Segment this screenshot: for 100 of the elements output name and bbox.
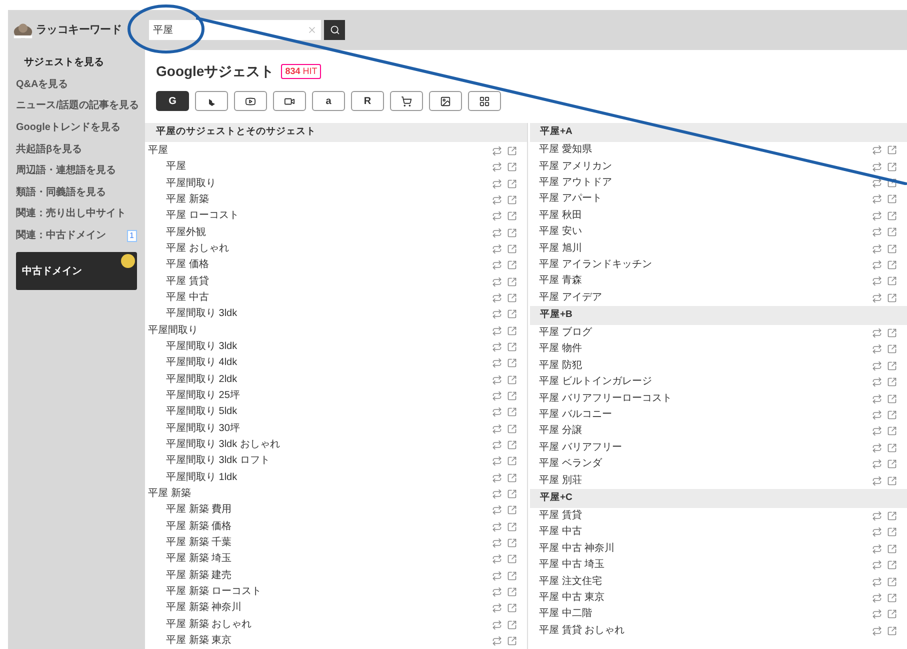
external-link-icon[interactable] — [507, 342, 517, 352]
external-link-icon[interactable] — [507, 162, 517, 172]
copy-icon[interactable] — [872, 145, 882, 156]
copy-icon[interactable] — [872, 442, 882, 453]
copy-icon[interactable] — [492, 162, 502, 172]
sidebar-item[interactable]: 関連：中古ドメイン — [8, 228, 106, 244]
external-link-icon[interactable] — [507, 326, 517, 336]
sidebar-item[interactable]: 類語・同義語を見る — [8, 184, 106, 200]
suggestion-link[interactable]: 平屋間取り 2ldk — [145, 374, 238, 385]
external-link-icon[interactable] — [507, 407, 517, 418]
copy-icon[interactable] — [872, 328, 882, 338]
external-link-icon[interactable] — [507, 178, 517, 189]
copy-icon[interactable] — [492, 358, 502, 368]
copy-icon[interactable] — [492, 620, 502, 630]
external-link-icon[interactable] — [887, 560, 897, 570]
copy-icon[interactable] — [492, 472, 502, 483]
copy-icon[interactable] — [872, 276, 882, 286]
external-link-icon[interactable] — [887, 145, 897, 156]
suggestion-link[interactable]: 平屋 秋田 — [536, 210, 582, 221]
source-tab[interactable]: a — [312, 91, 345, 111]
suggestion-link[interactable]: 平屋間取り 5ldk — [145, 407, 238, 418]
copy-icon[interactable] — [492, 326, 502, 336]
suggestion-link[interactable]: 平屋間取り 3ldk — [145, 309, 238, 320]
suggestion-link[interactable]: 平屋 新築 価格 — [145, 522, 232, 532]
suggestion-link[interactable]: 平屋 — [145, 146, 168, 156]
suggestion-link[interactable]: 平屋 アメリカン — [536, 162, 612, 172]
external-link-icon[interactable] — [887, 410, 897, 420]
external-link-icon[interactable] — [507, 358, 517, 368]
copy-icon[interactable] — [492, 554, 502, 564]
copy-icon[interactable] — [492, 211, 502, 222]
source-tab[interactable] — [429, 91, 462, 111]
copy-icon[interactable] — [492, 586, 502, 597]
copy-icon[interactable] — [872, 476, 882, 486]
logo-text[interactable]: ラッコキーワード — [36, 22, 122, 38]
external-link-icon[interactable] — [507, 244, 517, 254]
suggestion-link[interactable]: 平屋 ベランダ — [536, 459, 602, 470]
suggestion-link[interactable]: 平屋外観 — [145, 228, 206, 238]
suggestion-link[interactable]: 平屋 中古 — [145, 293, 209, 304]
source-tab[interactable] — [234, 91, 267, 111]
copy-icon[interactable] — [872, 244, 882, 254]
suggestion-link[interactable]: 平屋 新築 費用 — [145, 505, 232, 516]
external-link-icon[interactable] — [507, 228, 517, 238]
suggestion-link[interactable]: 平屋 賃貸 — [536, 511, 582, 521]
suggestion-link[interactable]: 平屋 ブログ — [536, 328, 592, 338]
sidebar-item[interactable]: サジェストを見る — [8, 55, 104, 70]
copy-icon[interactable] — [872, 162, 882, 172]
suggestion-link[interactable]: 平屋 ビルトインガレージ — [536, 377, 652, 388]
copy-icon[interactable] — [492, 505, 502, 516]
suggestion-link[interactable]: 平屋 賃貸 — [145, 276, 209, 287]
copy-icon[interactable] — [492, 228, 502, 238]
copy-icon[interactable] — [872, 178, 882, 188]
external-link-icon[interactable] — [887, 511, 897, 521]
copy-icon[interactable] — [492, 636, 502, 646]
sidebar-item[interactable]: 関連：売り出し中サイト — [8, 206, 126, 222]
copy-icon[interactable] — [492, 407, 502, 418]
suggestion-link[interactable]: 平屋間取り 3ldk — [145, 342, 238, 352]
suggestion-link[interactable]: 平屋 おしゃれ — [145, 244, 229, 254]
suggestion-link[interactable]: 平屋 注文住宅 — [536, 576, 602, 587]
suggestion-link[interactable]: 平屋間取り 1ldk — [145, 472, 238, 483]
external-link-icon[interactable] — [887, 442, 897, 453]
external-link-icon[interactable] — [887, 210, 897, 221]
suggestion-link[interactable]: 平屋間取り — [145, 326, 198, 336]
copy-icon[interactable] — [492, 293, 502, 304]
copy-icon[interactable] — [492, 309, 502, 320]
external-link-icon[interactable] — [507, 260, 517, 270]
external-link-icon[interactable] — [507, 146, 517, 156]
copy-icon[interactable] — [872, 560, 882, 570]
copy-icon[interactable] — [492, 195, 502, 206]
suggestion-link[interactable]: 平屋 分譲 — [536, 426, 582, 436]
external-link-icon[interactable] — [887, 592, 897, 603]
copy-icon[interactable] — [492, 391, 502, 401]
external-link-icon[interactable] — [887, 194, 897, 204]
suggestion-link[interactable]: 平屋 アウトドア — [536, 178, 612, 188]
suggestion-link[interactable]: 平屋 中古 東京 — [536, 592, 605, 603]
external-link-icon[interactable] — [507, 603, 517, 614]
suggestion-link[interactable]: 平屋間取り — [145, 178, 216, 189]
suggestion-link[interactable]: 平屋 安い — [536, 227, 582, 238]
copy-icon[interactable] — [872, 511, 882, 521]
external-link-icon[interactable] — [887, 360, 897, 371]
suggestion-link[interactable]: 平屋 アイランドキッチン — [536, 260, 652, 270]
sidebar-item[interactable]: Q&Aを見る — [8, 76, 68, 92]
copy-icon[interactable] — [872, 292, 882, 303]
suggestion-link[interactable]: 平屋 旭川 — [536, 244, 582, 254]
source-tab[interactable] — [390, 91, 423, 111]
external-link-icon[interactable] — [887, 609, 897, 620]
copy-icon[interactable] — [872, 527, 882, 538]
clear-icon[interactable] — [307, 25, 317, 35]
copy-icon[interactable] — [492, 178, 502, 189]
suggestion-link[interactable]: 平屋 価格 — [145, 260, 209, 270]
external-link-icon[interactable] — [507, 636, 517, 646]
copy-icon[interactable] — [872, 360, 882, 371]
external-link-icon[interactable] — [507, 488, 517, 499]
external-link-icon[interactable] — [887, 576, 897, 587]
copy-icon[interactable] — [872, 592, 882, 603]
external-link-icon[interactable] — [887, 328, 897, 338]
suggestion-link[interactable]: 平屋間取り 3ldk ロフト — [145, 456, 270, 466]
copy-icon[interactable] — [872, 410, 882, 420]
suggestion-link[interactable]: 平屋 新築 埼玉 — [145, 554, 232, 564]
suggestion-link[interactable]: 平屋 バリアフリー — [536, 442, 622, 453]
copy-icon[interactable] — [872, 459, 882, 470]
